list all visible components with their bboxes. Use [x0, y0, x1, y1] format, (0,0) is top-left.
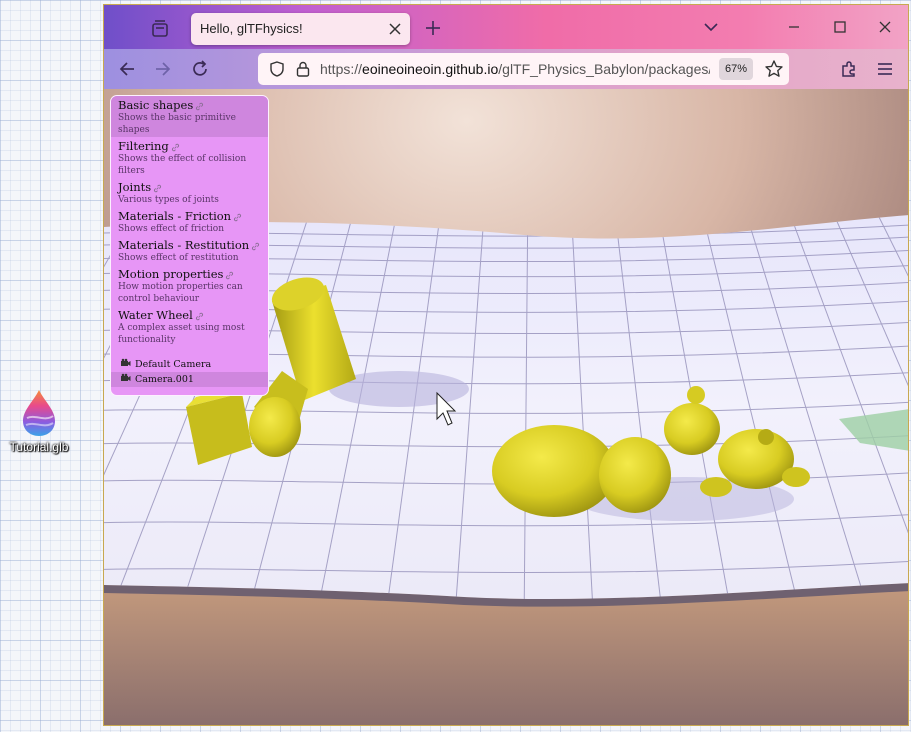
close-window-icon[interactable]: [875, 17, 895, 37]
url-text[interactable]: https://eoineoineoin.github.io/glTF_Phys…: [320, 61, 710, 77]
extensions-icon[interactable]: [839, 59, 859, 79]
maximize-icon[interactable]: [830, 17, 850, 37]
sample-name-text: Basic shapes: [118, 98, 194, 112]
tab-title: Hello, glTFhysics!: [200, 21, 303, 36]
sample-item[interactable]: Motion properties How motion properties c…: [111, 265, 268, 306]
samples-menu: Basic shapes Shows the basic primitive sh…: [110, 95, 269, 396]
babylon-3d-viewport[interactable]: Basic shapes Shows the basic primitive sh…: [104, 89, 908, 725]
sample-name: Motion properties: [118, 267, 261, 281]
sample-name-text: Filtering: [118, 139, 169, 153]
title-bar: Hello, glTFhysics!: [104, 5, 908, 49]
back-arrow-icon[interactable]: [117, 59, 137, 79]
link-icon: [252, 242, 260, 250]
sample-name-text: Materials - Restitution: [118, 238, 250, 252]
link-icon: [226, 271, 234, 279]
forward-arrow-icon[interactable]: [153, 59, 173, 79]
url-host: eoineoineoin.github.io: [362, 61, 499, 77]
sample-name: Filtering: [118, 139, 261, 153]
sample-item[interactable]: Water Wheel A complex asset using most fu…: [111, 306, 268, 347]
camera-icon: [121, 373, 131, 381]
sample-name-text: Joints: [118, 180, 152, 194]
desktop-icon-label: Tutorial.glb: [9, 440, 69, 454]
sample-description: Shows the effect of collision filters: [118, 154, 247, 176]
sample-description: Shows the basic primitive shapes: [118, 113, 236, 135]
camera-icon: [121, 358, 131, 366]
link-icon: [171, 143, 179, 151]
sample-name: Materials - Friction: [118, 209, 261, 223]
sample-item[interactable]: Basic shapes Shows the basic primitive sh…: [111, 96, 268, 137]
sample-description: Shows effect of friction: [118, 224, 225, 234]
hamburger-menu-icon[interactable]: [875, 59, 895, 79]
link-icon: [154, 184, 162, 192]
sample-description: How motion properties can control behavi…: [118, 282, 243, 304]
sample-item[interactable]: Materials - Friction Shows effect of fric…: [111, 207, 268, 236]
reload-icon[interactable]: [190, 59, 210, 79]
sample-description: Shows effect of restitution: [118, 253, 239, 263]
lock-icon[interactable]: [294, 60, 312, 78]
sample-name: Joints: [118, 180, 261, 194]
minimize-icon[interactable]: [784, 17, 804, 37]
sample-name: Materials - Restitution: [118, 238, 261, 252]
url-bar[interactable]: https://eoineoineoin.github.io/glTF_Phys…: [258, 53, 789, 85]
close-tab-icon[interactable]: [386, 20, 404, 38]
sample-item[interactable]: Filtering Shows the effect of collision f…: [111, 137, 268, 178]
link-icon: [195, 312, 203, 320]
chevron-down-icon[interactable]: [701, 17, 721, 37]
desktop-file-tutorial[interactable]: Tutorial.glb: [6, 388, 72, 454]
sample-item[interactable]: Materials - Restitution Shows effect of r…: [111, 236, 268, 265]
url-prefix: https://: [320, 61, 363, 77]
shield-icon[interactable]: [268, 60, 286, 78]
zoom-level-button[interactable]: 67%: [719, 58, 753, 80]
bookmark-star-icon[interactable]: [764, 59, 784, 79]
sample-name-text: Materials - Friction: [118, 209, 232, 223]
camera-item[interactable]: Camera.001: [111, 372, 268, 387]
capsule-body: [492, 425, 671, 517]
tab-list-icon[interactable]: [148, 17, 172, 41]
new-tab-icon[interactable]: [422, 17, 444, 39]
sample-name-text: Motion properties: [118, 267, 224, 281]
browser-window: Hello, glTFhysics! https://eoineoineoin.…: [103, 4, 909, 726]
sample-description: A complex asset using most functionality: [118, 323, 245, 345]
camera-name: Camera.001: [135, 374, 194, 385]
sample-description: Various types of joints: [118, 195, 219, 205]
camera-name: Default Camera: [135, 359, 212, 370]
url-path: /glTF_Physics_Babylon/packages/d: [498, 61, 710, 77]
nav-bar: https://eoineoineoin.github.io/glTF_Phys…: [104, 49, 908, 89]
sample-name-text: Water Wheel: [118, 308, 193, 322]
sample-item[interactable]: Joints Various types of joints: [111, 178, 268, 207]
link-icon: [234, 213, 242, 221]
sample-name: Water Wheel: [118, 308, 261, 322]
link-icon: [196, 102, 204, 110]
sample-name: Basic shapes: [118, 98, 261, 112]
camera-item[interactable]: Default Camera: [111, 357, 268, 372]
tab-active[interactable]: Hello, glTFhysics!: [191, 13, 410, 45]
blender-file-icon: [23, 390, 55, 436]
